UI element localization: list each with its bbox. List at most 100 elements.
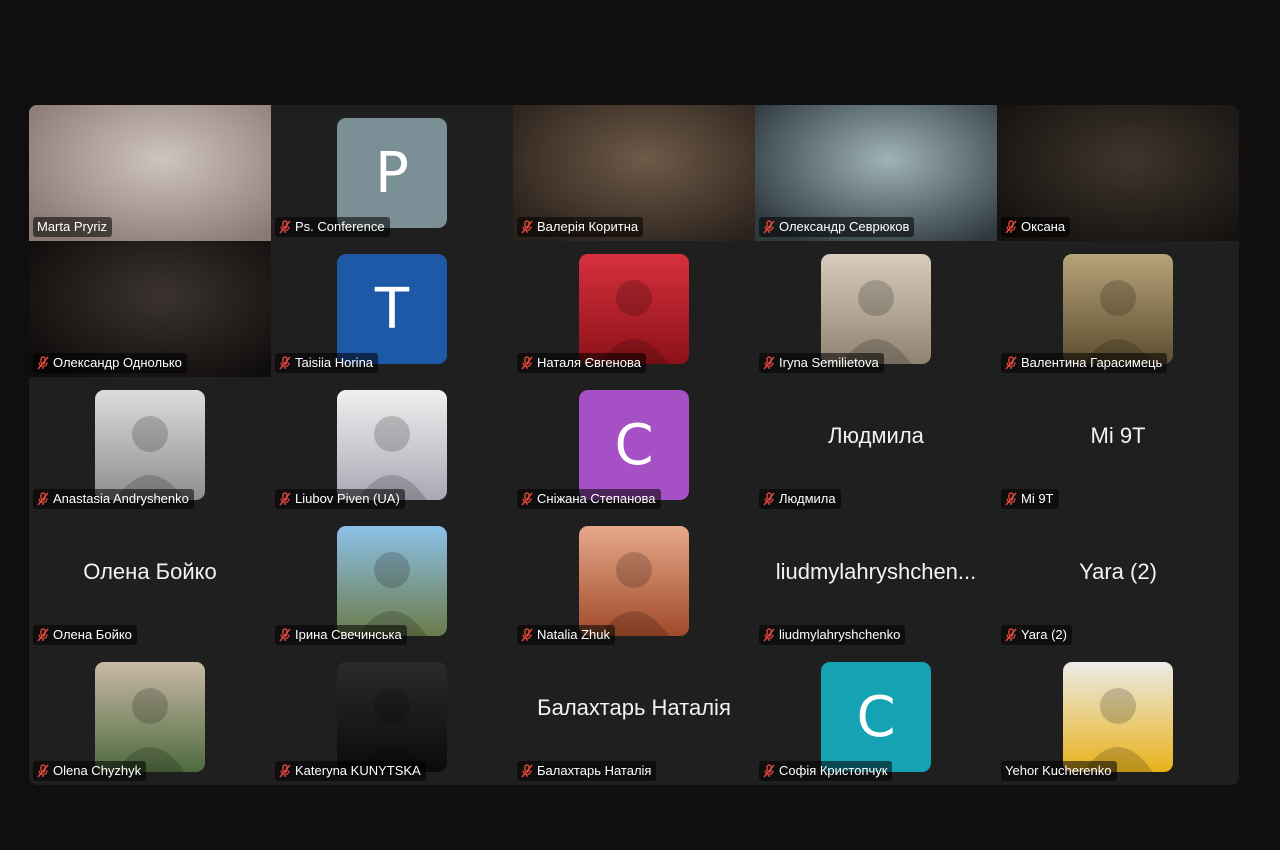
participant-tile[interactable]: Olena Chyzhyk (29, 649, 271, 785)
participant-tile[interactable]: T Taisiia Horina (271, 241, 513, 377)
participant-name-label: Олександр Однолько (33, 353, 187, 373)
participant-name-text: Mi 9T (1021, 491, 1054, 506)
participant-tile[interactable]: Liubov Piven (UA) (271, 377, 513, 513)
participant-initial-avatar: C (579, 390, 689, 500)
participant-tile[interactable]: Олександр Севрюков (755, 105, 997, 241)
muted-mic-icon (762, 628, 776, 642)
participant-name-text: Natalia Zhuk (537, 627, 610, 642)
muted-mic-icon (278, 764, 292, 778)
participant-name-label: Людмила (759, 489, 841, 509)
participant-name-text: Наталя Євгенова (537, 355, 641, 370)
participant-tile[interactable]: Anastasia Andryshenko (29, 377, 271, 513)
participant-name-label: Yara (2) (1001, 625, 1072, 645)
participant-name-label: Валерія Коритна (517, 217, 644, 237)
participant-name-text: Олександр Севрюков (779, 219, 910, 234)
participant-name-text: Валентина Гарасимець (1021, 355, 1163, 370)
participant-name-text: Ps. Conference (295, 219, 385, 234)
participant-name-label: Валентина Гарасимець (1001, 353, 1168, 373)
participant-profile-photo (1063, 662, 1173, 772)
participant-tile[interactable]: Оксана (997, 105, 1239, 241)
muted-mic-icon (1004, 220, 1018, 234)
participant-name-text: Anastasia Andryshenko (53, 491, 189, 506)
muted-mic-icon (762, 356, 776, 370)
participant-name-text: Iryna Semilietova (779, 355, 879, 370)
participant-name-text: Kateryna KUNYTSKA (295, 763, 421, 778)
participant-display-name: liudmylahryshchen... (775, 559, 977, 584)
participant-tile[interactable]: Ірина Свечинська (271, 513, 513, 649)
participant-tile[interactable]: C Софія Кристопчук (755, 649, 997, 785)
participant-name-text: Олена Бойко (53, 627, 132, 642)
participant-tile[interactable]: Marta Pryriz (29, 105, 271, 241)
participant-name-text: Валерія Коритна (537, 219, 639, 234)
participant-name-text: Yara (2) (1021, 627, 1067, 642)
muted-mic-icon (762, 764, 776, 778)
participant-profile-photo (1063, 254, 1173, 364)
muted-mic-icon (1004, 356, 1018, 370)
participant-tile[interactable]: Yehor Kucherenko (997, 649, 1239, 785)
participant-name-text: Оксана (1021, 219, 1066, 234)
participant-display-name: Людмила (828, 423, 924, 448)
participant-name-text: Сніжана Степанова (537, 491, 656, 506)
participant-name-text: Liubov Piven (UA) (295, 491, 400, 506)
participant-name-text: Олександр Однолько (53, 355, 182, 370)
participant-tile[interactable]: Iryna Semilietova (755, 241, 997, 377)
muted-mic-icon (278, 628, 292, 642)
participant-name-text: Taisiia Horina (295, 355, 374, 370)
participant-name-label: Mi 9T (1001, 489, 1059, 509)
participant-tile[interactable]: Людмила Людмила (755, 377, 997, 513)
participant-initial-avatar: T (337, 254, 447, 364)
participant-name-label: Сніжана Степанова (517, 489, 661, 509)
participant-name-label: Taisiia Horina (275, 353, 379, 373)
muted-mic-icon (1004, 492, 1018, 506)
muted-mic-icon (278, 356, 292, 370)
participant-profile-photo (337, 390, 447, 500)
participant-profile-photo (95, 390, 205, 500)
participant-profile-photo (95, 662, 205, 772)
participant-display-name: Yara (2) (1079, 559, 1157, 584)
participant-name-label: Олександр Севрюков (759, 217, 915, 237)
participant-name-label: Anastasia Andryshenko (33, 489, 194, 509)
participant-name-label: Оксана (1001, 217, 1071, 237)
muted-mic-icon (520, 628, 534, 642)
participant-tile[interactable]: Олена Бойко Олена Бойко (29, 513, 271, 649)
participant-tile[interactable]: Балахтарь Наталія Балахтарь Наталія (513, 649, 755, 785)
participant-name-text: Людмила (779, 491, 836, 506)
muted-mic-icon (36, 628, 50, 642)
muted-mic-icon (278, 492, 292, 506)
participant-name-text: Софія Кристопчук (779, 763, 888, 778)
participant-display-name: Балахтарь Наталія (537, 695, 731, 720)
participant-display-name: Mi 9T (1090, 423, 1146, 448)
participant-name-label: Olena Chyzhyk (33, 761, 147, 781)
participant-tile[interactable]: Yara (2) Yara (2) (997, 513, 1239, 649)
participant-initial-avatar: P (337, 118, 447, 228)
participant-tile[interactable]: P Ps. Conference (271, 105, 513, 241)
participant-tile[interactable]: Наталя Євгенова (513, 241, 755, 377)
participant-tile[interactable]: Олександр Однолько (29, 241, 271, 377)
participant-name-label: Ірина Свечинська (275, 625, 407, 645)
participant-profile-photo (337, 662, 447, 772)
muted-mic-icon (36, 356, 50, 370)
participant-tile[interactable]: Natalia Zhuk (513, 513, 755, 649)
participant-tile[interactable]: C Сніжана Степанова (513, 377, 755, 513)
participant-tile[interactable]: Mi 9T Mi 9T (997, 377, 1239, 513)
participant-name-label: Софія Кристопчук (759, 761, 893, 781)
participant-tile[interactable]: liudmylahryshchen... liudmylahryshchenko (755, 513, 997, 649)
participant-name-label: Балахтарь Наталія (517, 761, 657, 781)
muted-mic-icon (36, 492, 50, 506)
participant-tile[interactable]: Валентина Гарасимець (997, 241, 1239, 377)
participant-name-label: Marta Pryriz (33, 217, 113, 237)
participant-name-label: Олена Бойко (33, 625, 137, 645)
participant-tile[interactable]: Kateryna KUNYTSKA (271, 649, 513, 785)
muted-mic-icon (520, 220, 534, 234)
participant-name-text: Olena Chyzhyk (53, 763, 142, 778)
muted-mic-icon (762, 492, 776, 506)
muted-mic-icon (36, 764, 50, 778)
participant-tile[interactable]: Валерія Коритна (513, 105, 755, 241)
muted-mic-icon (520, 492, 534, 506)
participant-name-label: liudmylahryshchenko (759, 625, 906, 645)
participant-gallery: Marta Pryriz P Ps. Conference Валерія Корит… (29, 105, 1239, 785)
muted-mic-icon (278, 220, 292, 234)
participant-profile-photo (579, 254, 689, 364)
participant-profile-photo (579, 526, 689, 636)
participant-name-text: Marta Pryriz (37, 219, 108, 234)
